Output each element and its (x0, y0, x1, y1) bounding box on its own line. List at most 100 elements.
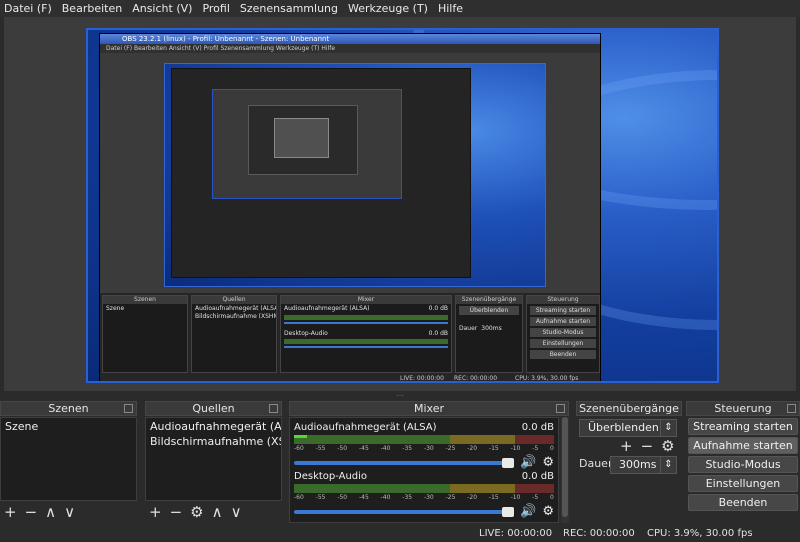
nested-volume-slider (284, 322, 448, 324)
chevron-updown-icon: ⇕ (660, 457, 676, 473)
recursive-capture (248, 105, 358, 175)
gear-icon[interactable]: ⚙ (542, 504, 554, 519)
mixer-dock: Mixer Audioaufnahmegerät (ALSA) 0.0 dB -… (289, 401, 569, 523)
nested-source-item: Bildschirmaufnahme (XSHM) (195, 313, 276, 320)
recursive-capture (274, 118, 329, 158)
nested-track-name: Desktop-Audio (284, 330, 328, 337)
mixer-scrollbar[interactable] (561, 417, 569, 523)
recursive-capture (212, 89, 402, 199)
transitions-dock-header: Szenenübergänge (576, 401, 682, 416)
gear-icon[interactable]: ⚙ (661, 437, 674, 455)
start-streaming-button[interactable]: Streaming starten (688, 418, 798, 435)
scenes-toolbar: + − ∧ ∨ (4, 503, 75, 521)
speaker-icon[interactable]: 🔊 (520, 504, 536, 519)
track-db: 0.0 dB (521, 422, 554, 433)
settings-button[interactable]: Einstellungen (688, 475, 798, 492)
nested-status-rec: REC: 00:00:00 (454, 375, 498, 382)
menu-edit[interactable]: Bearbeiten (62, 2, 122, 15)
status-live: LIVE: 00:00:00 (479, 528, 553, 539)
chevron-down-icon[interactable]: ∨ (64, 503, 75, 521)
nested-window-title: OBS 23.2.1 (linux) - Profil: Unbenannt -… (100, 34, 600, 44)
menu-bar: Datei (F) Bearbeiten Ansicht (V) Profil … (0, 0, 800, 17)
sources-dock: Quellen Audioaufnahmegerät (ALSA) Bildsc… (145, 401, 282, 523)
nested-preview (100, 53, 600, 293)
nested-status-cpu: CPU: 3.9%, 30.00 fps (515, 375, 579, 382)
scene-item[interactable]: Szene (1, 418, 136, 435)
nested-duration-label: Dauer (459, 325, 478, 332)
scenes-dock-header: Szenen (0, 401, 137, 416)
mixer-track: Desktop-Audio 0.0 dB -60 -55 -50 -45 -40 -35-… (294, 471, 554, 519)
studio-mode-button[interactable]: Studio-Modus (688, 456, 798, 473)
controls-dock: Steuerung Streaming starten Aufnahme sta… (686, 401, 800, 523)
nested-dock-transitions: Szenenübergänge Überblenden Dauer 300ms (455, 295, 523, 373)
minus-icon[interactable]: − (25, 503, 38, 521)
minus-icon[interactable]: − (641, 437, 654, 455)
chevron-updown-icon: ⇕ (660, 420, 676, 436)
transitions-dock-title: Szenenübergänge (579, 402, 679, 415)
sources-list[interactable]: Audioaufnahmegerät (ALSA) Bildschirmaufn… (145, 417, 282, 501)
volume-slider[interactable] (294, 457, 515, 468)
nested-btn: Studio-Modus (530, 328, 596, 337)
menu-tools[interactable]: Werkzeuge (T) (348, 2, 428, 15)
nested-dock-title: Mixer (281, 296, 451, 304)
plus-icon[interactable]: + (4, 503, 17, 521)
nested-menu-bar: Datei (F) Bearbeiten Ansicht (V) Profil … (100, 44, 600, 53)
preview-area[interactable]: OBS 23.2.1 (linux) - Profil: Unbenannt -… (4, 17, 796, 391)
nested-status-live: LIVE: 00:00:00 (400, 375, 444, 382)
gear-icon[interactable]: ⚙ (542, 455, 554, 470)
track-name: Desktop-Audio (294, 471, 368, 482)
track-name: Audioaufnahmegerät (ALSA) (294, 422, 437, 433)
nested-scene-item: Szene (106, 305, 125, 312)
slider-handle[interactable] (502, 506, 515, 517)
nested-duration-value: 300ms (481, 325, 502, 332)
nested-dock-title: Szenenübergänge (456, 296, 522, 304)
float-dock-icon[interactable] (124, 404, 133, 413)
plus-icon[interactable]: + (149, 503, 162, 521)
mixer-dock-title: Mixer (413, 402, 444, 415)
mixer-track: Audioaufnahmegerät (ALSA) 0.0 dB -60 -55-… (294, 422, 554, 470)
transition-toolbar: + − ⚙ (620, 437, 675, 455)
plus-icon[interactable]: + (620, 437, 633, 455)
nested-meter (284, 315, 448, 320)
start-recording-button[interactable]: Aufnahme starten (688, 437, 798, 454)
menu-profile[interactable]: Profil (202, 2, 229, 15)
exit-button[interactable]: Beenden (688, 494, 798, 511)
chevron-up-icon[interactable]: ∧ (212, 503, 223, 521)
volume-meter (294, 484, 554, 493)
speaker-icon[interactable]: 🔊 (520, 455, 536, 470)
float-dock-icon[interactable] (269, 404, 278, 413)
nested-dock-controls: Steuerung Streaming starten Aufnahme sta… (526, 295, 600, 373)
nested-meter (284, 339, 448, 344)
nested-source-item: Audioaufnahmegerät (ALSA) (195, 305, 276, 312)
source-item[interactable]: Bildschirmaufnahme (XSHM) (146, 435, 281, 450)
slider-handle[interactable] (502, 457, 515, 468)
source-item[interactable]: Audioaufnahmegerät (ALSA) (146, 418, 281, 435)
transitions-dock: Szenenübergänge Überblenden ⇕ + − ⚙ Daue… (576, 401, 682, 523)
scrollbar-thumb[interactable] (562, 417, 568, 517)
scenes-list[interactable]: Szene (0, 417, 137, 501)
preview-canvas[interactable]: OBS 23.2.1 (linux) - Profil: Unbenannt -… (86, 28, 719, 383)
nested-track-db: 0.0 dB (428, 330, 448, 337)
volume-slider[interactable] (294, 506, 515, 517)
float-dock-icon[interactable] (556, 404, 565, 413)
status-rec: REC: 00:00:00 (563, 528, 635, 539)
minus-icon[interactable]: − (170, 503, 183, 521)
nested-dock-title: Steuerung (527, 296, 599, 304)
float-dock-icon[interactable] (787, 404, 796, 413)
menu-scene-collection[interactable]: Szenensammlung (240, 2, 338, 15)
gear-icon[interactable]: ⚙ (190, 503, 203, 521)
nested-dock-title: Quellen (192, 296, 276, 304)
duration-spinbox[interactable]: 300ms ⇕ (610, 456, 677, 474)
nested-transition-select: Überblenden (459, 306, 519, 315)
menu-file[interactable]: Datei (F) (4, 2, 52, 15)
nested-btn: Streaming starten (530, 306, 596, 315)
splitter-handle[interactable]: ⋯ (390, 392, 410, 400)
status-bar: LIVE: 00:00:00 REC: 00:00:00 CPU: 3.9%, … (0, 525, 800, 542)
menu-view[interactable]: Ansicht (V) (132, 2, 192, 15)
transition-select[interactable]: Überblenden ⇕ (579, 419, 677, 437)
nested-docks: Szenen Szene Quellen Audioaufnahmegerät … (100, 293, 600, 382)
chevron-down-icon[interactable]: ∨ (231, 503, 242, 521)
menu-help[interactable]: Hilfe (438, 2, 463, 15)
nested-canvas (164, 63, 546, 287)
chevron-up-icon[interactable]: ∧ (45, 503, 56, 521)
